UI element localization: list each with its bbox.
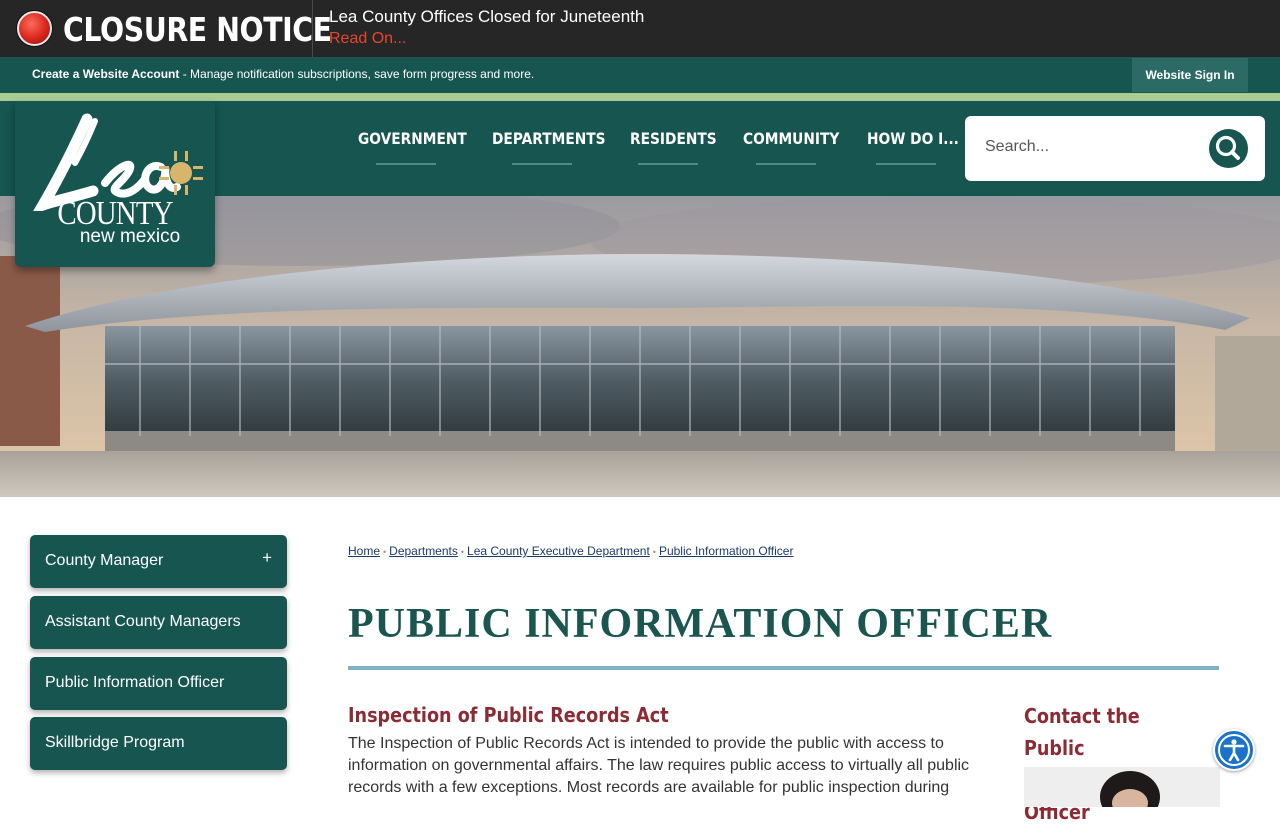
closure-read-on-link[interactable]: Read On...: [329, 30, 406, 48]
sidebar-item-county-manager[interactable]: County Manager +: [30, 535, 287, 588]
nav-departments[interactable]: DEPARTMENTS: [492, 129, 606, 148]
create-account-link[interactable]: Create a Website Account: [32, 67, 179, 81]
sidebar-item-label: Skillbridge Program: [45, 734, 185, 751]
nav-underline: [876, 163, 936, 165]
nav-underline: [512, 163, 572, 165]
body-paragraph: The Inspection of Public Records Act is …: [348, 735, 970, 796]
website-sign-in-button[interactable]: Website Sign In: [1132, 58, 1248, 92]
sidebar-item-label: Public Information Officer: [45, 674, 225, 691]
breadcrumb: Home • Departments • Lea County Executive De…: [348, 544, 793, 558]
contact-heading: Contact the Public Information Officer: [1024, 704, 1141, 824]
title-divider: [348, 666, 1219, 670]
alert-icon: [17, 11, 52, 46]
closure-notice-bar: CLOSURE NOTICE Lea County Offices Closed…: [0, 0, 1280, 57]
search-input[interactable]: [985, 138, 1205, 156]
create-account-description: - Manage notification subscriptions, sav…: [179, 67, 535, 81]
nav-underline: [638, 163, 698, 165]
breadcrumb-separator: •: [383, 547, 387, 557]
account-bar: Create a Website Account - Manage notifi…: [0, 57, 1280, 93]
page-title: PUBLIC INFORMATION OFFICER: [348, 601, 1053, 647]
closure-notice-button[interactable]: CLOSURE NOTICE: [0, 0, 332, 57]
sidebar-item-skillbridge-program[interactable]: Skillbridge Program: [30, 717, 287, 770]
nav-underline: [756, 163, 816, 165]
breadcrumb-current-page[interactable]: Public Information Officer: [659, 544, 794, 558]
closure-notice-title: CLOSURE NOTICE: [63, 10, 332, 49]
nav-underline: [376, 163, 436, 165]
officer-photo: [1024, 767, 1220, 807]
breadcrumb-home[interactable]: Home: [348, 544, 380, 558]
nav-community[interactable]: COMMUNITY: [743, 129, 839, 148]
nav-government[interactable]: GOVERNMENT: [358, 129, 467, 148]
header-accent-stripe: [0, 93, 1280, 101]
expand-plus-icon[interactable]: +: [262, 548, 272, 568]
search-icon: [1215, 135, 1240, 160]
breadcrumb-separator: •: [652, 547, 656, 557]
logo-state-text: new mexico: [79, 226, 181, 247]
accessibility-icon: [1218, 734, 1250, 766]
breadcrumb-departments[interactable]: Departments: [389, 544, 458, 558]
lea-county-logo[interactable]: COUNTY new mexico: [15, 101, 215, 267]
nav-how-do-i[interactable]: HOW DO I...: [867, 129, 959, 148]
create-account-text: Create a Website Account - Manage notifi…: [32, 67, 534, 81]
nav-residents[interactable]: RESIDENTS: [630, 129, 717, 148]
sidebar-item-public-information-officer[interactable]: Public Information Officer: [30, 657, 287, 710]
sidebar-item-assistant-county-managers[interactable]: Assistant County Managers: [30, 596, 287, 649]
accessibility-button[interactable]: [1213, 729, 1255, 771]
section-heading: Inspection of Public Records Act: [348, 703, 669, 727]
sidebar-item-label: Assistant County Managers: [45, 613, 241, 630]
sidebar-item-label: County Manager: [45, 552, 164, 569]
portrait-image: [1024, 767, 1220, 807]
closure-headline: Lea County Offices Closed for Juneteenth: [329, 7, 645, 26]
search-box: [965, 116, 1265, 181]
breadcrumb-separator: •: [460, 547, 465, 557]
search-button[interactable]: [1209, 129, 1248, 168]
breadcrumb-executive-department[interactable]: Lea County Executive Department: [467, 544, 650, 558]
